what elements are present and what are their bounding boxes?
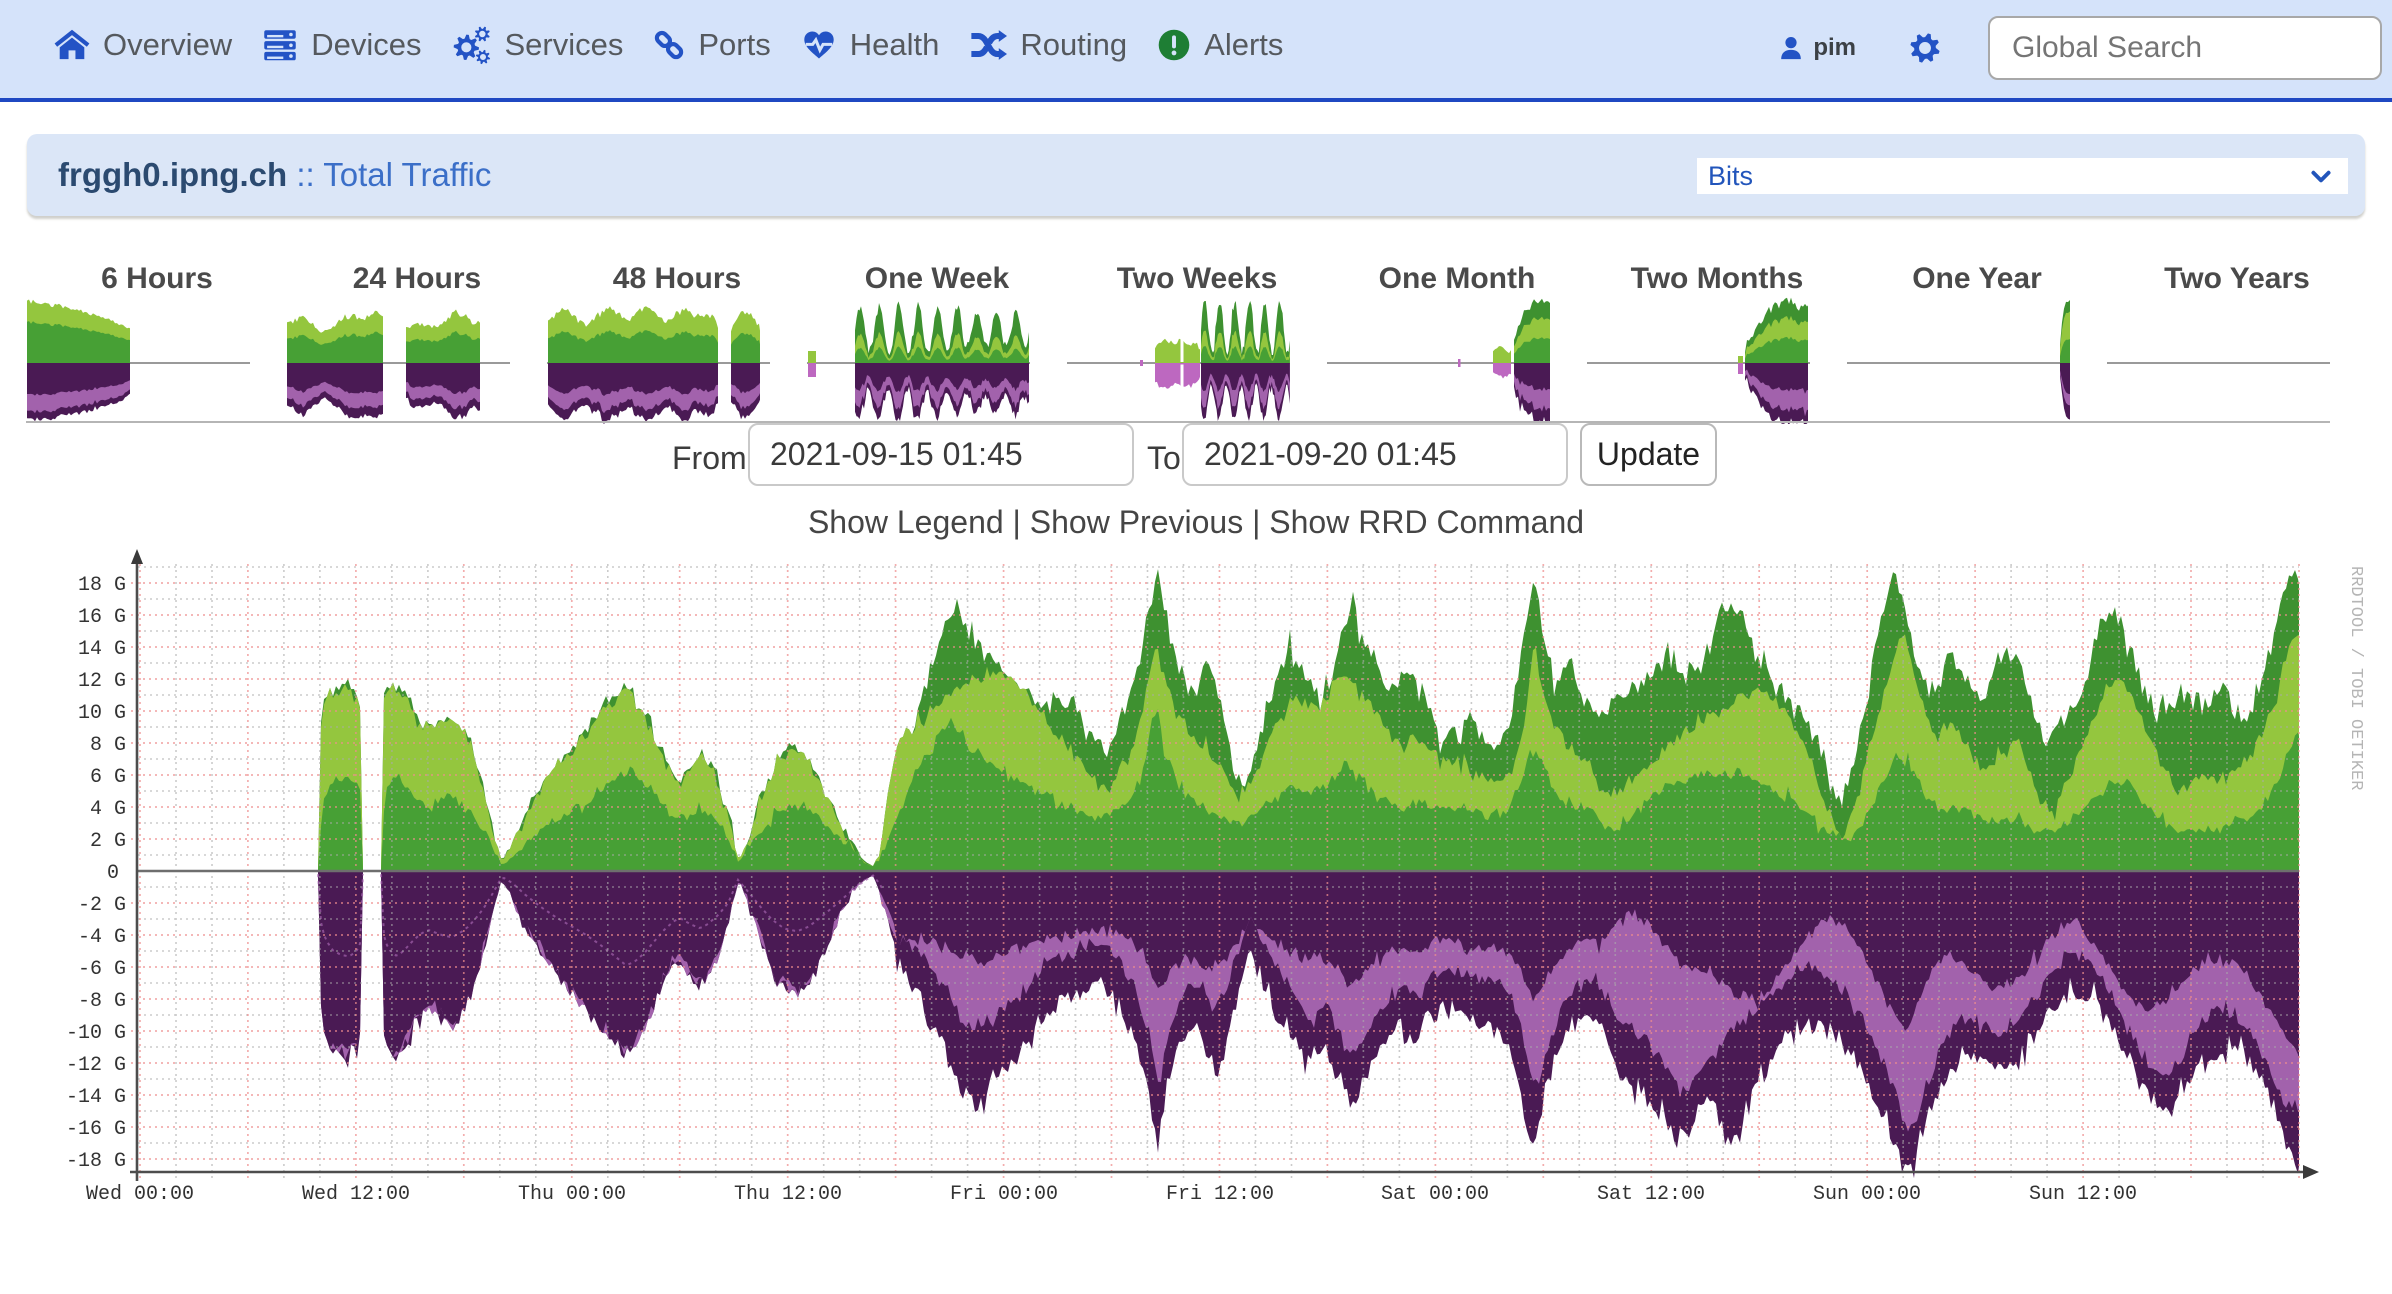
svg-text:-2 G: -2 G xyxy=(78,894,126,917)
svg-text:-18 G: -18 G xyxy=(66,1150,126,1173)
svg-text:-6 G: -6 G xyxy=(78,958,126,981)
svg-text:RRDTOOL / TOBI OETIKER: RRDTOOL / TOBI OETIKER xyxy=(2346,566,2365,790)
svg-text:Wed 12:00: Wed 12:00 xyxy=(302,1183,410,1206)
svg-text:Wed 00:00: Wed 00:00 xyxy=(86,1183,194,1206)
svg-text:14 G: 14 G xyxy=(78,638,126,661)
svg-text:12 G: 12 G xyxy=(78,670,126,693)
svg-text:-14 G: -14 G xyxy=(66,1086,126,1109)
svg-text:Thu 00:00: Thu 00:00 xyxy=(518,1183,626,1206)
svg-text:6 G: 6 G xyxy=(90,766,126,789)
svg-text:0: 0 xyxy=(107,862,119,885)
svg-text:16 G: 16 G xyxy=(78,606,126,629)
svg-text:-16 G: -16 G xyxy=(66,1118,126,1141)
svg-text:2 G: 2 G xyxy=(90,830,126,853)
svg-text:10 G: 10 G xyxy=(78,702,126,725)
svg-text:-8 G: -8 G xyxy=(78,990,126,1013)
svg-text:-10 G: -10 G xyxy=(66,1022,126,1045)
svg-text:8 G: 8 G xyxy=(90,734,126,757)
svg-text:4 G: 4 G xyxy=(90,798,126,821)
svg-text:-12 G: -12 G xyxy=(66,1054,126,1077)
svg-text:Thu 12:00: Thu 12:00 xyxy=(734,1183,842,1206)
svg-text:Sat 00:00: Sat 00:00 xyxy=(1381,1183,1489,1206)
svg-text:Fri 00:00: Fri 00:00 xyxy=(950,1183,1058,1206)
svg-text:Fri 12:00: Fri 12:00 xyxy=(1166,1183,1274,1206)
svg-text:Sun 00:00: Sun 00:00 xyxy=(1813,1183,1921,1206)
svg-text:Sun 12:00: Sun 12:00 xyxy=(2029,1183,2137,1206)
svg-text:Sat 12:00: Sat 12:00 xyxy=(1597,1183,1705,1206)
svg-text:-4 G: -4 G xyxy=(78,926,126,949)
svg-text:18 G: 18 G xyxy=(78,574,126,597)
